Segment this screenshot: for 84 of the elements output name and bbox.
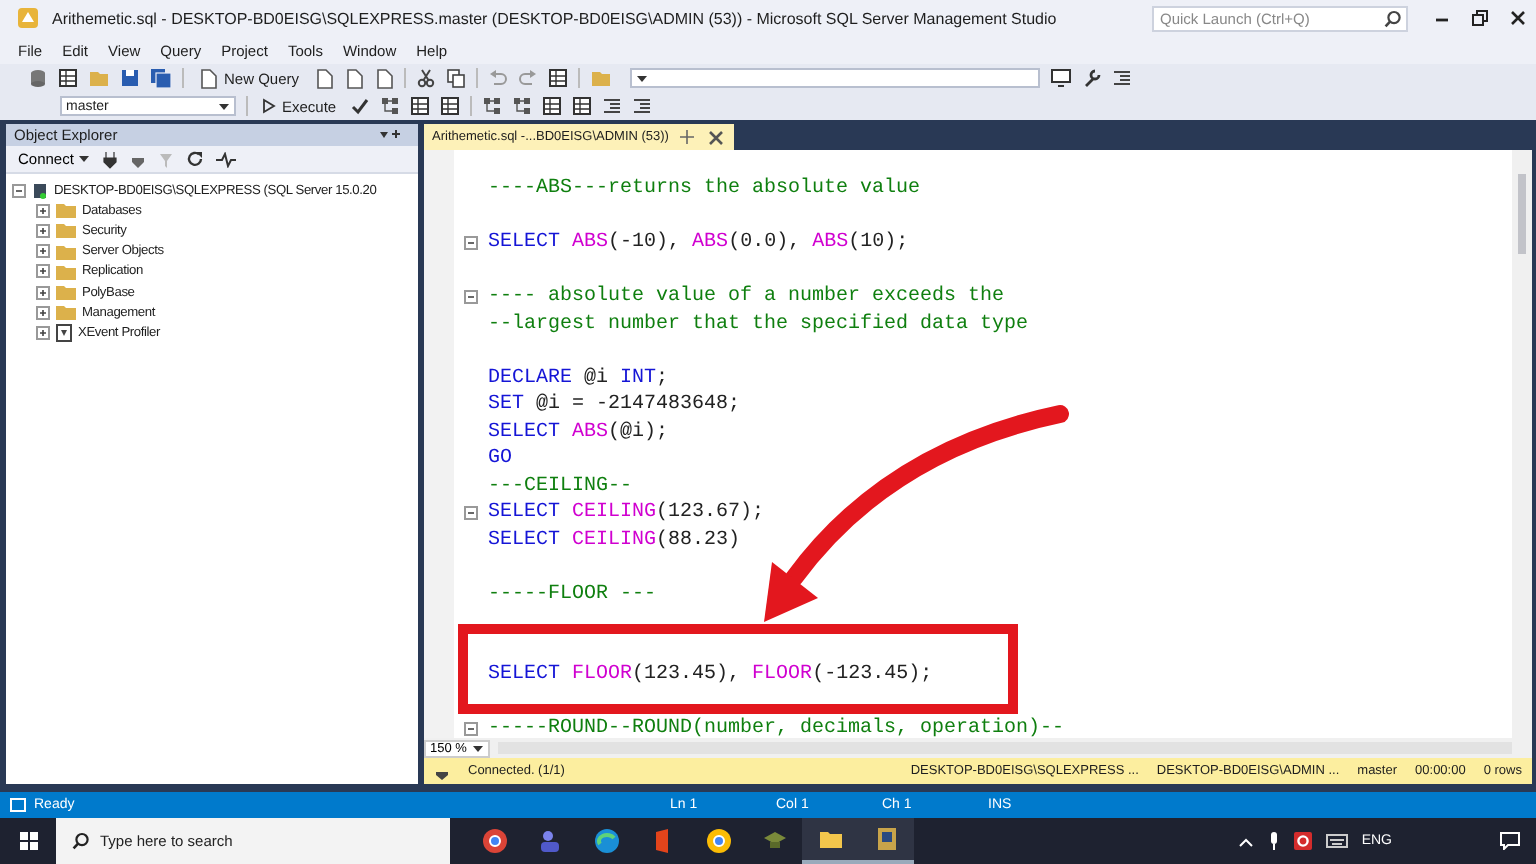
code-line: ---- absolute value of a number exceeds the [488, 286, 1005, 309]
caret-icon [472, 743, 485, 753]
code-line: SELECT CEILING(88.23) [488, 529, 741, 552]
server-icon [32, 181, 48, 200]
copy-icon[interactable] [445, 68, 466, 88]
expand-icon[interactable] [36, 305, 50, 320]
app-logo-icon [16, 6, 40, 30]
chevron-up-icon[interactable] [1237, 835, 1254, 847]
graduation-cap-icon[interactable] [761, 828, 787, 854]
caret-icon [635, 73, 648, 83]
grid-icon[interactable] [58, 68, 78, 88]
code-line: -----FLOOR --- [488, 583, 657, 606]
code-line: SELECT ABS(-10), ABS(0.0), ABS(10); [488, 232, 909, 255]
save-icon[interactable] [120, 68, 140, 88]
indent-icon[interactable] [1111, 68, 1132, 88]
collapse-icon[interactable] [12, 183, 26, 198]
caret-icon [77, 154, 90, 164]
expand-icon[interactable] [36, 203, 50, 218]
round-app-icon[interactable] [705, 828, 731, 854]
window-icon [10, 798, 26, 812]
expand-icon[interactable] [36, 285, 50, 300]
vertical-scrollbar[interactable] [1512, 150, 1532, 738]
window-title: Arithemetic.sql - DESKTOP-BD0EISG\SQLEXPRESS.master (DESKTOP-BD0EISG\ADMIN (53)) - Microsoft SQL Server Management Studio [52, 9, 1059, 27]
close-icon[interactable] [1508, 8, 1528, 28]
expand-icon[interactable] [36, 264, 50, 279]
indent-icon[interactable] [632, 96, 653, 116]
people-icon[interactable] [537, 828, 563, 854]
code-line: SELECT ABS(@i); [488, 421, 669, 444]
diagram-icon[interactable] [482, 96, 503, 116]
document-icon[interactable] [373, 67, 394, 89]
collapse-icon[interactable] [464, 236, 478, 251]
scissors-icon[interactable] [415, 68, 436, 88]
wave-icon[interactable] [593, 828, 619, 854]
search-icon [72, 832, 90, 850]
grid-icon[interactable] [440, 96, 461, 116]
folder-icon[interactable] [817, 826, 843, 852]
code-line: DECLARE @i INT; [488, 367, 669, 390]
tray-app-icon[interactable] [1293, 832, 1312, 850]
search-icon [1384, 9, 1402, 27]
monitor-icon[interactable] [1049, 68, 1072, 88]
save-all-icon[interactable] [150, 68, 172, 88]
collapse-icon[interactable] [464, 290, 478, 305]
play-icon [262, 98, 276, 114]
code-line: ---CEILING-- [488, 475, 633, 498]
restore-icon[interactable] [1470, 8, 1490, 28]
document-icon[interactable] [198, 67, 218, 89]
document-icon[interactable] [343, 67, 364, 89]
code-line: GO [488, 448, 513, 471]
scroll-thumb[interactable] [1516, 174, 1528, 254]
code-line: SELECT FLOOR(123.45), FLOOR(-123.45); [488, 664, 933, 687]
checkmark-icon[interactable] [350, 96, 371, 116]
dropdown-field[interactable] [629, 68, 1040, 88]
collapse-icon[interactable] [464, 506, 478, 521]
activity-icon[interactable] [215, 151, 236, 167]
grid-icon[interactable] [410, 96, 431, 116]
keyboard-icon[interactable] [1325, 834, 1348, 848]
wrench-icon[interactable] [1081, 68, 1102, 88]
code-line: SELECT CEILING(123.67); [488, 502, 765, 525]
notification-icon[interactable] [1500, 832, 1520, 850]
collapse-icon[interactable] [464, 722, 478, 737]
indent-icon[interactable] [602, 96, 623, 116]
code-line: SET @i = -2147483648; [488, 394, 741, 417]
document-icon[interactable] [313, 67, 334, 89]
windows-logo-icon[interactable] [19, 832, 37, 850]
expand-icon[interactable] [36, 325, 50, 340]
database-icon[interactable] [28, 68, 48, 88]
sql-app-icon[interactable] [873, 826, 899, 852]
close-icon[interactable] [706, 127, 727, 147]
expand-icon[interactable] [36, 223, 50, 238]
code-line: -----ROUND--ROUND(number, decimals, operation)-- [488, 718, 1065, 738]
grid-icon[interactable] [542, 96, 563, 116]
plug-icon[interactable] [101, 149, 118, 169]
refresh-icon[interactable] [185, 150, 204, 168]
round-app-icon[interactable] [481, 828, 507, 854]
grid-icon[interactable] [572, 96, 593, 116]
diagram-icon[interactable] [512, 96, 533, 116]
microphone-icon[interactable] [1267, 832, 1280, 850]
code-line: ----ABS---returns the absolute value [488, 178, 921, 201]
grid-icon[interactable] [547, 68, 568, 88]
diagram-icon[interactable] [380, 96, 401, 116]
document-icon [56, 323, 72, 342]
caret-icon [218, 101, 230, 111]
expand-icon[interactable] [36, 244, 50, 259]
code-line: --largest number that the specified data type [488, 313, 1029, 336]
